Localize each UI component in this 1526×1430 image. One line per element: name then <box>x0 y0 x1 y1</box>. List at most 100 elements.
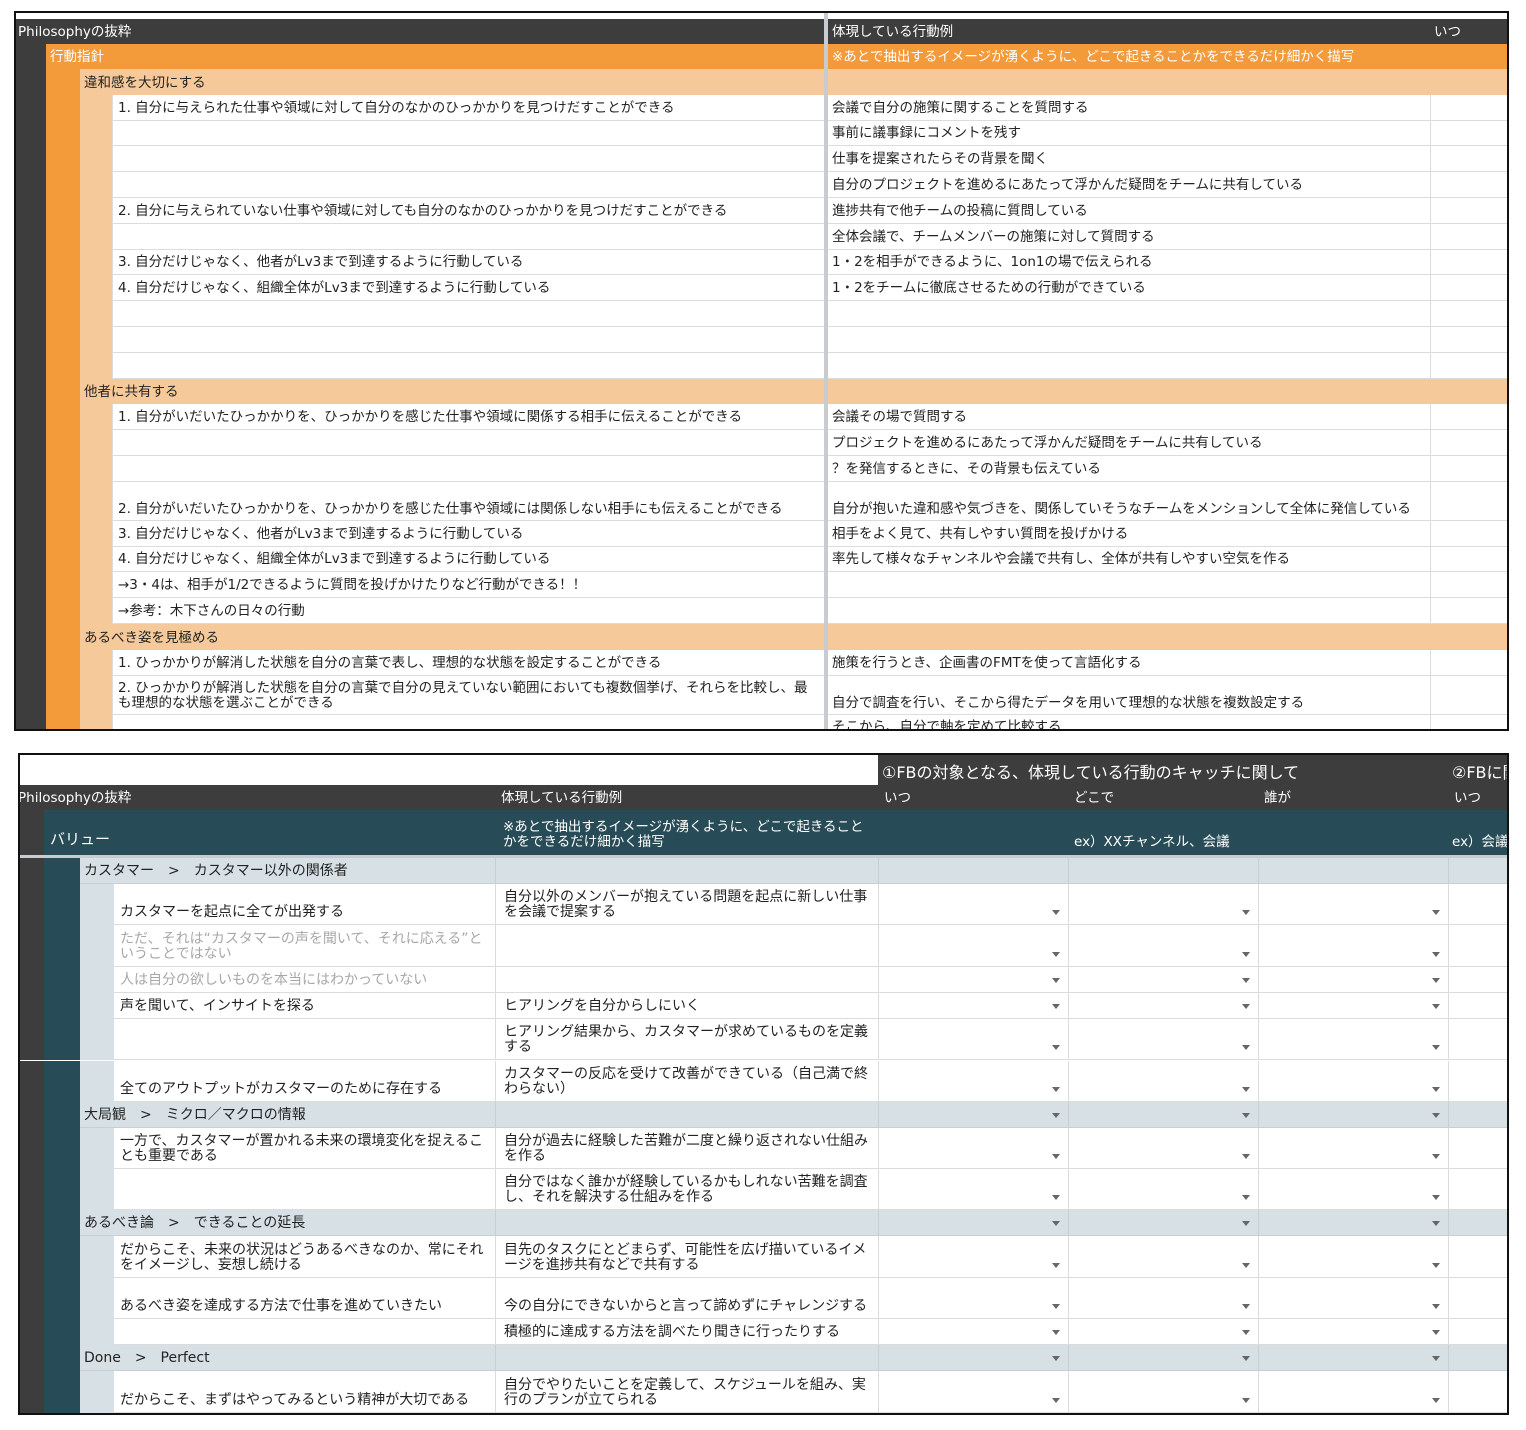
who-dropdown-cell[interactable] <box>1258 1019 1448 1061</box>
where-dropdown-cell[interactable] <box>1068 1060 1258 1102</box>
who-dropdown-cell[interactable] <box>1258 1127 1448 1170</box>
example-cell[interactable]: プロジェクトを進めるにあたって浮かんだ疑問をチームに共有している <box>828 430 1430 456</box>
example-cell[interactable]: 積極的に達成する方法を調べたり聞きに行ったりする <box>495 1319 878 1346</box>
when-dropdown-cell[interactable] <box>878 1060 1068 1102</box>
when-cell[interactable] <box>1430 327 1507 353</box>
guideline-cell[interactable] <box>112 223 824 250</box>
dropdown-arrow-icon[interactable] <box>1242 1262 1250 1268</box>
dropdown-arrow-icon[interactable] <box>1432 951 1440 957</box>
when-dropdown-cell[interactable] <box>878 1127 1068 1170</box>
where-dropdown-cell[interactable] <box>1068 966 1258 993</box>
example-cell[interactable]: 施策を行うとき、企画書のFMTを使って言語化する <box>828 650 1430 676</box>
when-cell[interactable] <box>1430 481 1507 521</box>
example-cell[interactable] <box>495 925 878 967</box>
dropdown-arrow-icon[interactable] <box>1052 910 1060 916</box>
when-cell[interactable] <box>1430 520 1507 547</box>
dropdown-arrow-icon[interactable] <box>1052 1112 1060 1118</box>
who-dropdown-cell[interactable] <box>1258 1371 1448 1413</box>
example-cell[interactable]: 進捗共有で他チームの投稿に質問している <box>828 198 1430 224</box>
when-dropdown-cell[interactable] <box>878 1277 1068 1319</box>
example-cell[interactable]: 自分が抱いた違和感や気づきを、関係していそうなチームをメンションして全体に発信し… <box>828 482 1430 521</box>
when-dropdown-cell[interactable] <box>878 1169 1068 1211</box>
when-cell[interactable] <box>1430 649 1507 676</box>
where-dropdown-cell[interactable] <box>1068 1236 1258 1278</box>
dropdown-arrow-icon[interactable] <box>1432 1330 1440 1336</box>
dropdown-arrow-icon[interactable] <box>1242 1356 1250 1362</box>
example-cell[interactable] <box>828 353 1430 379</box>
where-dropdown-cell[interactable] <box>1068 1127 1258 1170</box>
section-title[interactable]: カスタマー > カスタマー以外の関係者 <box>80 858 1507 884</box>
when-dropdown-cell[interactable] <box>878 925 1068 967</box>
dropdown-arrow-icon[interactable] <box>1432 1262 1440 1268</box>
guideline-cell[interactable]: 2. 自分に与えられていない仕事や領域に対しても自分のなかのひっかかりを見つけだ… <box>112 198 824 224</box>
when2-cell[interactable] <box>1448 1236 1507 1278</box>
when-cell[interactable] <box>1430 120 1507 147</box>
example-cell[interactable]: 今の自分にできないからと言って諦めずにチャレンジする <box>495 1277 878 1319</box>
dropdown-arrow-icon[interactable] <box>1242 1303 1250 1309</box>
example-cell[interactable]: 全体会議で、チームメンバーの施策に対して質問する <box>828 224 1430 250</box>
guideline-cell[interactable]: 1. 自分に与えられた仕事や領域に対して自分のなかのひっかかりを見つけだすことが… <box>112 94 824 121</box>
dropdown-arrow-icon[interactable] <box>1242 1195 1250 1201</box>
dropdown-arrow-icon[interactable] <box>1432 1397 1440 1403</box>
dropdown-arrow-icon[interactable] <box>1242 1154 1250 1160</box>
section-title[interactable]: 他者に共有する <box>80 378 824 405</box>
example-cell[interactable]: 相手をよく見て、共有しやすい質問を投げかける <box>828 521 1430 547</box>
example-cell[interactable]: 目先のタスクにとどまらず、可能性を広げ描いているイメージを進捗共有などで共有する <box>495 1236 878 1278</box>
when-dropdown-cell[interactable] <box>878 1371 1068 1413</box>
when2-cell[interactable] <box>1448 884 1507 926</box>
dropdown-arrow-icon[interactable] <box>1242 910 1250 916</box>
when2-cell[interactable] <box>1448 1277 1507 1319</box>
when-cell[interactable] <box>1430 249 1507 276</box>
example-cell[interactable] <box>828 301 1430 327</box>
dropdown-arrow-icon[interactable] <box>1052 1004 1060 1010</box>
who-dropdown-cell[interactable] <box>1258 1169 1448 1211</box>
dropdown-arrow-icon[interactable] <box>1052 1154 1060 1160</box>
when-cell[interactable] <box>1430 404 1507 431</box>
when-dropdown-cell[interactable] <box>878 884 1068 926</box>
example-cell[interactable]: 1・2を相手ができるように、1on1の場で伝えられる <box>828 250 1430 276</box>
when-cell[interactable] <box>1430 275 1507 302</box>
where-dropdown-cell[interactable] <box>1068 1319 1258 1346</box>
example-cell[interactable]: 自分のプロジェクトを進めるにあたって浮かんだ疑問をチームに共有している <box>828 172 1430 198</box>
when-cell[interactable] <box>1430 146 1507 173</box>
when2-cell[interactable] <box>1448 1127 1507 1170</box>
dropdown-arrow-icon[interactable] <box>1432 1086 1440 1092</box>
value-cell[interactable]: ただ、それは“カスタマーの声を聞いて、それに応える”ということではない <box>114 925 495 967</box>
example-cell[interactable]: 自分で調査を行い、そこから得たデータを用いて理想的な状態を複数設定する <box>828 676 1430 715</box>
dropdown-arrow-icon[interactable] <box>1432 1303 1440 1309</box>
example-cell[interactable]: 事前に議事録にコメントを残す <box>828 121 1430 147</box>
value-cell[interactable]: カスタマーを起点に全てが出発する <box>114 884 495 926</box>
example-cell[interactable]: 率先して様々なチャンネルや会議で共有し、全体が共有しやすい空気を作る <box>828 547 1430 573</box>
dropdown-arrow-icon[interactable] <box>1432 1045 1440 1051</box>
when-cell[interactable] <box>1430 546 1507 573</box>
guideline-cell[interactable]: →3・4は、相手が1/2できるように質問を投げかけたりなど行動ができる！！ <box>112 572 824 599</box>
when2-cell[interactable] <box>1448 1319 1507 1346</box>
section-title[interactable]: あるべき姿を見極める <box>80 624 824 650</box>
dropdown-arrow-icon[interactable] <box>1052 1195 1060 1201</box>
value-cell[interactable] <box>114 1319 495 1346</box>
guideline-cell[interactable] <box>112 146 824 173</box>
value-cell[interactable]: 全てのアウトプットがカスタマーのために存在する <box>114 1061 495 1102</box>
example-cell[interactable]: そこから、自分で軸を定めて比較する <box>828 715 1430 729</box>
guideline-cell[interactable] <box>112 172 824 198</box>
when-cell[interactable] <box>1430 172 1507 198</box>
dropdown-arrow-icon[interactable] <box>1242 1086 1250 1092</box>
when-cell[interactable] <box>1430 598 1507 624</box>
guideline-cell[interactable] <box>112 352 824 379</box>
when-cell[interactable] <box>1430 572 1507 599</box>
dropdown-arrow-icon[interactable] <box>1052 1356 1060 1362</box>
dropdown-arrow-icon[interactable] <box>1432 910 1440 916</box>
when-cell[interactable] <box>1430 430 1507 456</box>
dropdown-arrow-icon[interactable] <box>1432 1112 1440 1118</box>
example-cell[interactable]: ヒアリングを自分からしにいく <box>495 992 878 1020</box>
guideline-cell[interactable] <box>112 120 824 147</box>
who-dropdown-cell[interactable] <box>1258 1319 1448 1346</box>
when-dropdown-cell[interactable] <box>878 992 1068 1020</box>
when-dropdown-cell[interactable] <box>878 1236 1068 1278</box>
value-cell[interactable]: 声を聞いて、インサイトを探る <box>114 993 495 1020</box>
guideline-cell[interactable] <box>112 430 824 456</box>
guideline-cell[interactable]: 1. 自分がいだいたひっかかりを、ひっかかりを感じた仕事や領域に関係する相手に伝… <box>112 404 824 431</box>
when-cell[interactable] <box>1430 198 1507 224</box>
section-right[interactable] <box>828 69 1507 95</box>
where-dropdown-cell[interactable] <box>1068 992 1258 1020</box>
